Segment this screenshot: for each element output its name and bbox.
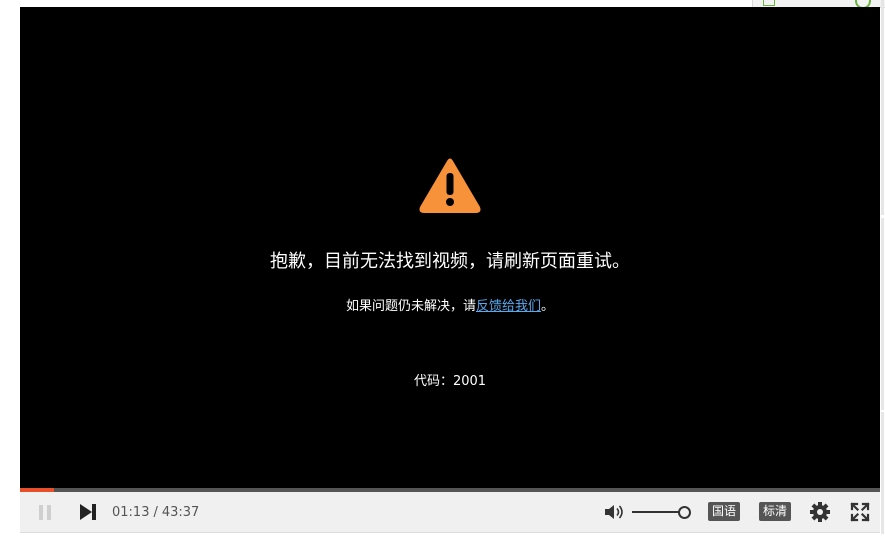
- page-edge: [881, 0, 884, 215]
- duration: 43:37: [161, 504, 200, 520]
- volume-button[interactable]: [604, 492, 626, 532]
- settings-button[interactable]: [808, 492, 832, 532]
- error-code-label: 代码：: [413, 374, 453, 389]
- control-bar: 01:13/43:37 国语 标清: [20, 492, 880, 533]
- fullscreen-icon: [850, 502, 870, 522]
- volume-slider[interactable]: [632, 492, 692, 532]
- feedback-link[interactable]: 反馈给我们: [476, 299, 541, 314]
- gear-icon: [810, 502, 830, 522]
- error-code: 代码：2001: [20, 373, 880, 391]
- checkbox-icon: [763, 0, 775, 6]
- video-player[interactable]: 抱歉，目前无法找到视频，请刷新页面重试。 如果问题仍未解决，请反馈给我们。 代码…: [20, 7, 880, 491]
- volume-icon: [605, 505, 623, 519]
- error-subtitle-text: 如果问题仍未解决，请: [345, 299, 476, 314]
- volume-knob[interactable]: [678, 506, 691, 519]
- time-separator: /: [153, 504, 158, 520]
- pause-icon: [39, 504, 43, 520]
- warning-triangle-icon: [419, 158, 481, 213]
- page-edge: [881, 412, 884, 534]
- page-edge: [881, 218, 884, 410]
- error-subtitle: 如果问题仍未解决，请反馈给我们。: [20, 298, 880, 316]
- pause-button[interactable]: [36, 492, 54, 532]
- error-subtitle-suffix: 。: [541, 299, 555, 314]
- volume-track: [632, 511, 684, 513]
- fullscreen-button[interactable]: [848, 492, 872, 532]
- video-page: 抱歉，目前无法找到视频，请刷新页面重试。 如果问题仍未解决，请反馈给我们。 代码…: [0, 0, 885, 540]
- language-button[interactable]: 国语: [708, 502, 741, 521]
- next-icon: [80, 504, 96, 520]
- time-display: 01:13/43:37: [112, 492, 199, 532]
- next-button[interactable]: [78, 492, 100, 532]
- error-code-value: 2001: [452, 374, 487, 389]
- error-message: 抱歉，目前无法找到视频，请刷新页面重试。 如果问题仍未解决，请反馈给我们。 代码…: [20, 7, 880, 491]
- quality-button[interactable]: 标清: [759, 502, 792, 521]
- error-title: 抱歉，目前无法找到视频，请刷新页面重试。: [270, 251, 630, 272]
- current-time: 01:13: [112, 504, 150, 520]
